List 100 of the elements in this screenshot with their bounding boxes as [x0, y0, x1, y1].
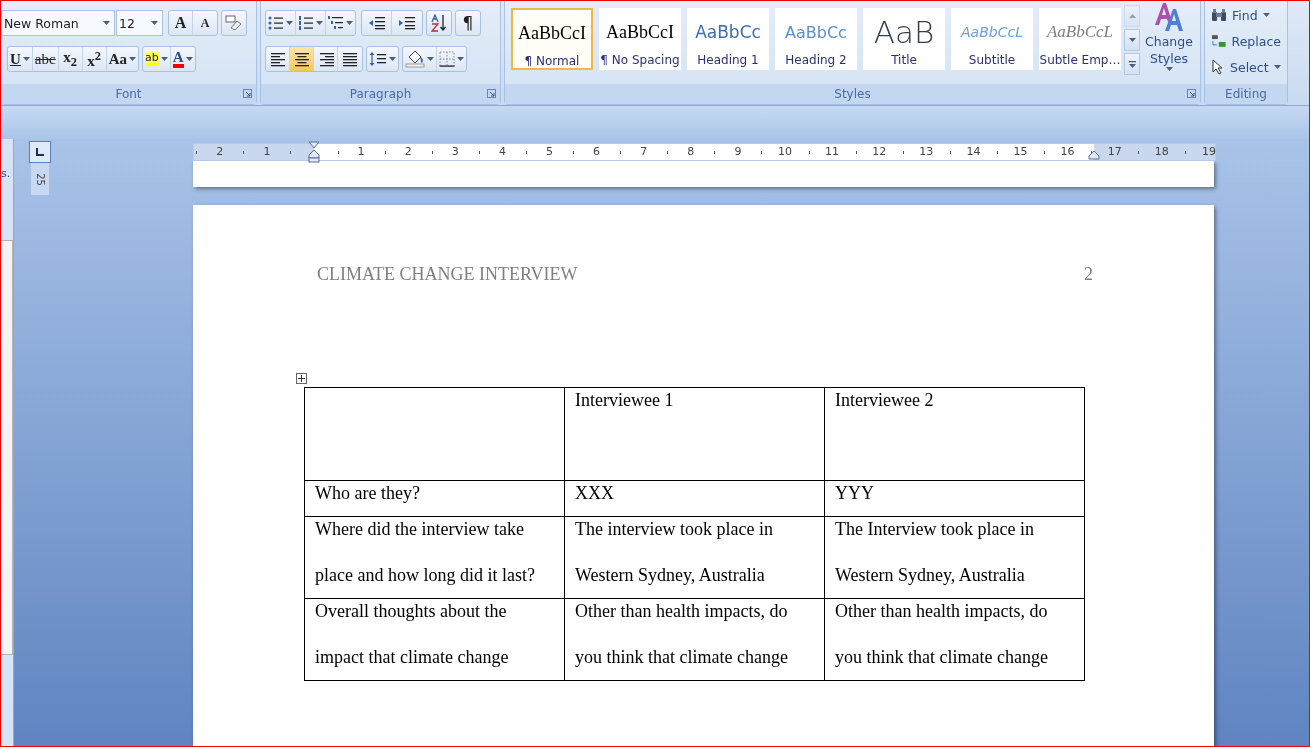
ruler-number: 1 — [263, 145, 271, 158]
caret-icon — [160, 57, 168, 61]
binoculars-icon — [1211, 8, 1227, 22]
find-button[interactable]: Find — [1211, 5, 1281, 25]
highlight-button[interactable]: ab — [143, 47, 171, 71]
ruler-number: 1 — [357, 145, 365, 158]
eraser-icon — [225, 15, 243, 31]
dialog-launcher-icon[interactable] — [243, 89, 252, 98]
left-tab-icon — [35, 147, 45, 157]
ruler-number: 3 — [451, 145, 459, 158]
group-label: Styles — [505, 84, 1200, 104]
caret-icon — [286, 21, 293, 25]
ruler-number: 11 — [825, 145, 840, 158]
replace-button[interactable]: Replace — [1211, 31, 1281, 51]
ruler-number: 13 — [919, 145, 934, 158]
ruler-number: 8 — [687, 145, 695, 158]
replace-icon — [1211, 34, 1227, 48]
show-formatting-button[interactable]: ¶ — [456, 11, 480, 35]
bullet-list-icon — [268, 16, 284, 30]
style-tile[interactable]: AaBbCcI ¶ Normal — [511, 8, 593, 70]
script-button[interactable]: x$_{2}$ — [58, 47, 83, 71]
ruler-number: 12 — [872, 145, 887, 158]
ruler-number: 5 — [546, 145, 553, 158]
caret-icon — [316, 21, 323, 25]
vertical-ruler: 25 — [31, 163, 49, 195]
indent-marker-icon[interactable] — [308, 141, 320, 163]
caret-icon — [427, 57, 434, 61]
table-cell-text: Where did the interview take place and how long did it last? — [315, 518, 536, 587]
caret-icon — [103, 21, 110, 25]
outdent-icon — [367, 16, 386, 30]
font-name-field[interactable]: New Roman — [1, 10, 115, 36]
ruler-number: 9 — [734, 145, 742, 158]
align-left-icon — [269, 51, 286, 67]
align-center-icon — [293, 51, 310, 67]
shrink-font-button[interactable]: A — [193, 11, 217, 35]
sort-icon — [431, 14, 447, 32]
caret-icon — [151, 21, 158, 25]
caret-icon — [346, 21, 353, 25]
select-button[interactable]: Select — [1211, 57, 1281, 77]
caret-icon — [389, 57, 396, 61]
group-label: Font — [1, 84, 256, 104]
table-cell-text: Who are they? — [315, 482, 421, 505]
style-tile[interactable]: AaBbCc Heading 2 — [775, 8, 857, 70]
tab-selector-button[interactable] — [29, 141, 51, 163]
style-tile[interactable]: AaB Title — [863, 8, 945, 70]
style-tile[interactable]: AaBbCcL Subtitle — [951, 8, 1033, 70]
group-label: Editing — [1205, 84, 1287, 104]
page-number: 2 — [1084, 263, 1093, 285]
caret-icon — [185, 57, 193, 61]
align-right-icon — [317, 51, 334, 67]
caret-icon — [1165, 67, 1173, 71]
scroll-down-button[interactable] — [1124, 29, 1140, 51]
cursor-icon — [1211, 59, 1225, 75]
align-center-button[interactable] — [290, 47, 314, 71]
pane-text: s. — [1, 167, 12, 180]
table-cell-text: Other than health impacts, do you think that climate change — [835, 600, 1049, 669]
multilevel-list-icon — [328, 16, 344, 30]
font-color-button[interactable]: A — [170, 47, 195, 71]
ruler-number: 10 — [778, 145, 792, 158]
table-cell-text: The Interview took place in Western Sydney, Australia — [835, 518, 1035, 587]
table-move-handle-icon[interactable] — [296, 373, 307, 384]
up-arrow-icon — [1128, 14, 1136, 18]
table-cell-text: Interviewee 1 — [575, 389, 675, 412]
style-tile[interactable]: AaBbCc Heading 1 — [687, 8, 769, 70]
line-spacing-icon — [369, 51, 387, 67]
ruler-number: 15 — [1013, 145, 1028, 158]
numbered-list-icon — [298, 16, 314, 30]
grow-font-button[interactable]: A — [169, 11, 193, 35]
ruler-number: 17 — [1107, 145, 1122, 158]
letters-a-icon — [1153, 1, 1185, 33]
ruler-number: 2 — [404, 145, 412, 158]
dialog-launcher-icon[interactable] — [1187, 89, 1196, 98]
style-tile[interactable]: AaBbCcI ¶ No Spacing — [599, 8, 681, 70]
style-tile[interactable]: AaBbCcL Subtle Emp… — [1039, 8, 1121, 70]
group-label: Paragraph — [261, 84, 500, 104]
caret-icon — [457, 57, 464, 61]
script-button[interactable]: x$^{2}$ — [82, 47, 107, 71]
font-size-field[interactable]: 12 — [116, 10, 163, 36]
more-icon — [1128, 60, 1136, 68]
ruler-number: 7 — [640, 145, 648, 158]
more-styles-button[interactable] — [1124, 53, 1140, 75]
ruler-number: 16 — [1060, 145, 1075, 158]
header-title: CLIMATE CHANGE INTERVIEW — [317, 263, 578, 285]
change-styles-button[interactable]: Change Styles — [1144, 1, 1194, 84]
ruler-number: 14 — [966, 145, 981, 158]
underline-button[interactable]: U — [8, 47, 33, 71]
table-cell-text: YYY — [835, 482, 875, 505]
shading-button[interactable] — [403, 47, 437, 71]
numbering-button[interactable] — [296, 11, 326, 35]
table-cell-text: Interviewee 2 — [835, 389, 935, 412]
case-button[interactable]: Aa — [106, 47, 138, 71]
dialog-launcher-icon[interactable] — [487, 89, 496, 98]
border-grid-icon — [439, 51, 455, 67]
down-arrow-icon — [1128, 38, 1136, 42]
ruler-number: 4 — [498, 145, 506, 158]
strike-button[interactable]: abc — [32, 47, 59, 71]
table-cell-text: Other than health impacts, do you think that climate change — [575, 600, 789, 669]
table-cell-text: Overall thoughts about the impact that climate change — [315, 600, 510, 669]
bullets-button[interactable] — [266, 11, 296, 35]
ruler-number: 18 — [1154, 145, 1169, 158]
